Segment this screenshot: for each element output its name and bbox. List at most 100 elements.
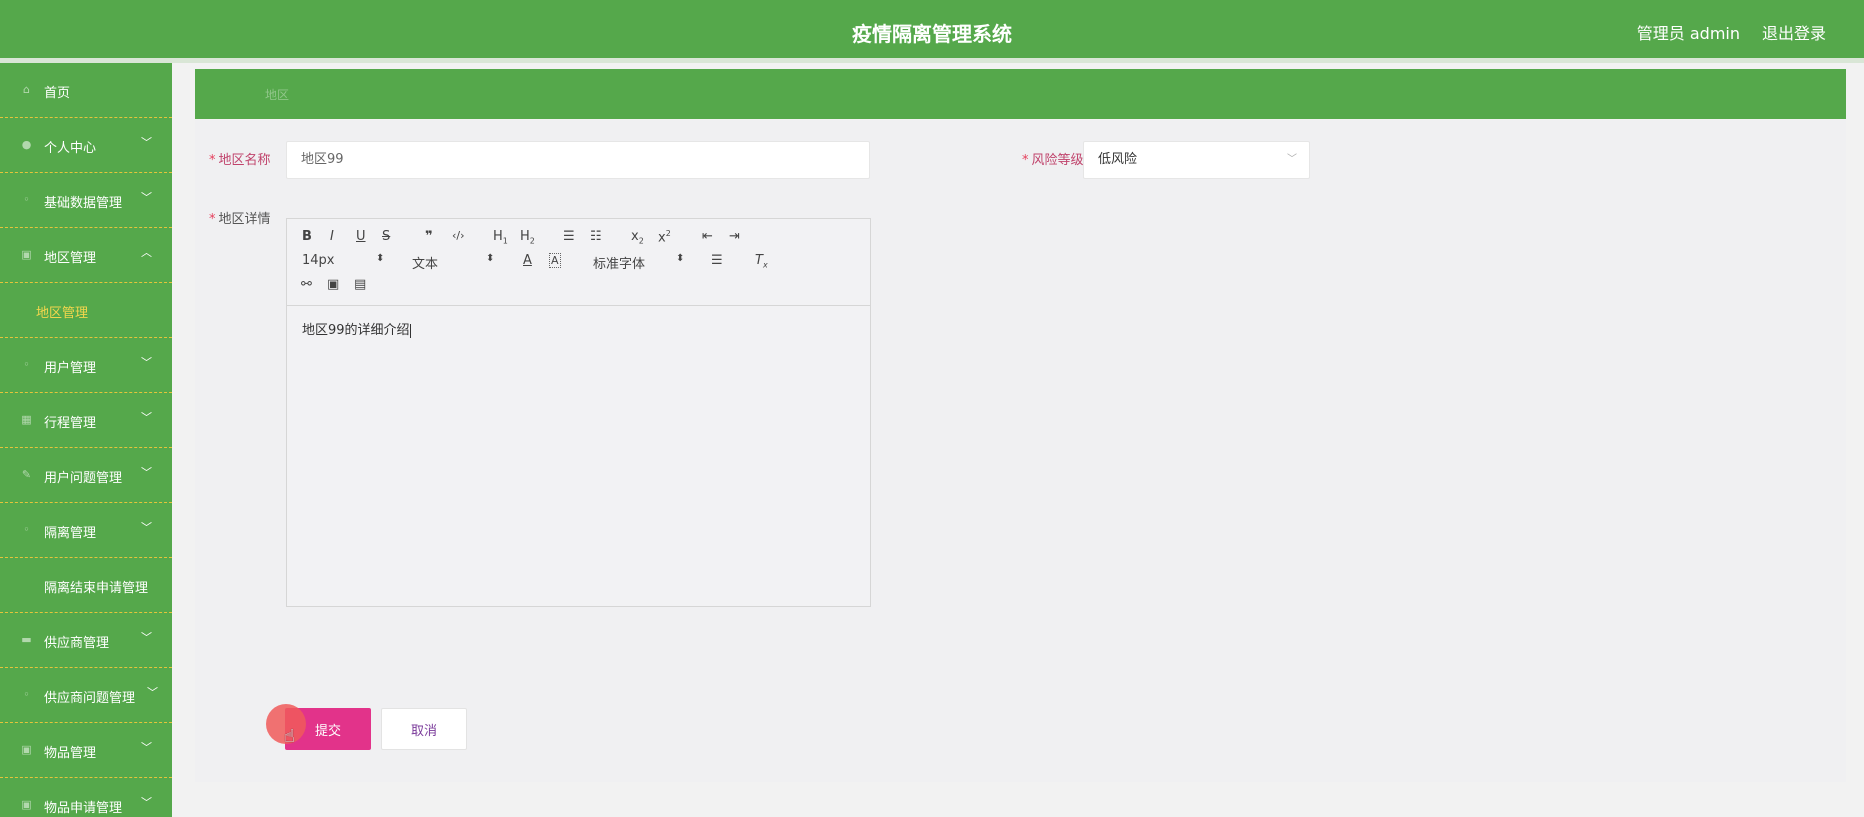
logout-link[interactable]: 退出登录	[1762, 20, 1826, 44]
app-title: 疫情隔离管理系统	[852, 22, 1012, 46]
text-style-select[interactable]: 文本	[412, 253, 438, 272]
chevron-down-icon: ﹀	[147, 686, 158, 699]
risk-level-label: * 风险等级	[1022, 149, 1084, 168]
bullet-list-icon[interactable]: ☷	[590, 229, 602, 244]
sidebar-item-isolation-end-application[interactable]: 隔离结束申请管理	[0, 558, 172, 613]
font-family-value: 标准字体	[593, 257, 646, 272]
image-icon[interactable]: ▣	[327, 277, 339, 292]
video-icon[interactable]: ▤	[354, 277, 366, 292]
goods-icon: ▣	[21, 743, 32, 756]
sidebar-item-label: 供应商问题管理	[44, 691, 136, 706]
risk-level-label-text: 风险等级	[1031, 153, 1084, 168]
top-header: 疫情隔离管理系统 管理员 admin 退出登录	[0, 0, 1864, 58]
sidebar-item-label: 首页	[44, 86, 71, 101]
sidebar-subitem-region-management[interactable]: 地区管理	[0, 283, 172, 338]
chevron-down-icon: ﹀	[141, 411, 152, 424]
header-divider	[0, 58, 1864, 63]
sidebar-item-label: 物品申请管理	[44, 801, 123, 816]
region-icon: ▣	[21, 248, 32, 261]
sidebar-item-label: 用户问题管理	[44, 471, 123, 486]
background-color-button[interactable]: A	[549, 253, 561, 268]
sidebar-item-user-question[interactable]: ✎ 用户问题管理 ﹀	[0, 448, 172, 503]
updown-arrow-icon: ⬍	[676, 253, 685, 264]
chevron-down-icon: ﹀	[141, 796, 152, 809]
sidebar-item-goods-application[interactable]: ▣ 物品申请管理 ﹀	[0, 778, 172, 817]
clear-format-icon[interactable]: Tx	[755, 253, 768, 270]
apply-icon: ▣	[21, 798, 32, 811]
sidebar-item-label: 行程管理	[44, 416, 97, 431]
hand-pointer-icon: ☝	[284, 726, 295, 747]
heading-2-button[interactable]: H2	[520, 229, 535, 246]
region-name-label-text: 地区名称	[218, 153, 271, 168]
sidebar-item-supplier-question[interactable]: ◦ 供应商问题管理 ﹀	[0, 668, 172, 723]
sidebar-item-label: 隔离结束申请管理	[44, 581, 149, 596]
data-icon: ◦	[23, 193, 30, 206]
chevron-up-icon: ︿	[141, 246, 152, 259]
trip-icon: ▦	[21, 413, 32, 426]
sidebar-item-basic-data[interactable]: ◦ 基础数据管理 ﹀	[0, 173, 172, 228]
chevron-down-icon: ﹀	[141, 466, 152, 479]
superscript-button[interactable]: x2	[658, 229, 671, 245]
chevron-down-icon: ﹀	[141, 741, 152, 754]
code-block-icon[interactable]: ‹/›	[452, 229, 465, 242]
sidebar-item-label: 基础数据管理	[44, 196, 123, 211]
required-mark: *	[209, 212, 216, 227]
italic-button[interactable]: I	[330, 229, 334, 244]
text-style-value: 文本	[412, 257, 439, 272]
editor-content[interactable]: 地区99的详细介绍	[302, 319, 411, 338]
rich-text-editor: B I U S ❞ ‹/› H1 H2 ☰ ☷ x2 x2 ⇤ ⇥ 14px ⬍…	[286, 218, 871, 607]
chevron-down-icon: ﹀	[141, 631, 152, 644]
sidebar-item-label: 物品管理	[44, 746, 97, 761]
isolation-icon: ◦	[23, 523, 30, 536]
link-icon[interactable]: ⚯	[301, 277, 312, 292]
chevron-down-icon: ﹀	[141, 136, 152, 149]
sidebar-item-trip-management[interactable]: ▦ 行程管理 ﹀	[0, 393, 172, 448]
font-size-select[interactable]: 14px	[302, 253, 335, 268]
sidebar-subitem-label: 地区管理	[36, 306, 89, 321]
strikethrough-button[interactable]: S	[382, 229, 390, 244]
outdent-icon[interactable]: ⇤	[702, 229, 713, 244]
chevron-down-icon: ﹀	[141, 521, 152, 534]
question-icon: ✎	[21, 468, 32, 481]
editor-toolbar: B I U S ❞ ‹/› H1 H2 ☰ ☷ x2 x2 ⇤ ⇥ 14px ⬍…	[287, 219, 870, 306]
chevron-down-icon: ﹀	[1287, 154, 1297, 165]
underline-button[interactable]: U	[356, 229, 366, 244]
chevron-down-icon: ﹀	[141, 191, 152, 204]
risk-level-select[interactable]: 低风险 ﹀	[1083, 141, 1310, 179]
subscript-button[interactable]: x2	[631, 229, 644, 246]
heading-1-button[interactable]: H1	[493, 229, 508, 246]
sidebar-item-label: 个人中心	[44, 141, 97, 156]
bold-button[interactable]: B	[302, 229, 312, 244]
supplier-icon: ▬	[21, 633, 32, 646]
required-mark: *	[1022, 153, 1029, 168]
align-icon[interactable]: ☰	[711, 253, 723, 268]
breadcrumb: 地区	[195, 69, 1846, 119]
sidebar-item-label: 隔离管理	[44, 526, 97, 541]
ordered-list-icon[interactable]: ☰	[563, 229, 575, 244]
chevron-down-icon: ﹀	[141, 356, 152, 369]
indent-icon[interactable]: ⇥	[729, 229, 740, 244]
font-family-select[interactable]: 标准字体	[593, 253, 645, 272]
sidebar-item-isolation-management[interactable]: ◦ 隔离管理 ﹀	[0, 503, 172, 558]
sidebar-item-personal-center[interactable]: ● 个人中心 ﹀	[0, 118, 172, 173]
sidebar-item-label: 地区管理	[44, 251, 97, 266]
user-icon: ●	[21, 138, 32, 151]
editor-content-text: 地区99的详细介绍	[302, 323, 410, 338]
sidebar-item-goods-management[interactable]: ▣ 物品管理 ﹀	[0, 723, 172, 778]
breadcrumb-current[interactable]: 地区	[265, 86, 289, 103]
cancel-button[interactable]: 取消	[381, 708, 467, 750]
sidebar-item-supplier-management[interactable]: ▬ 供应商管理 ﹀	[0, 613, 172, 668]
users-icon: ◦	[23, 358, 30, 371]
region-name-input[interactable]: 地区99	[286, 141, 870, 179]
supplier-question-icon: ◦	[23, 688, 30, 701]
home-icon: ⌂	[23, 83, 30, 96]
sidebar-item-region-management[interactable]: ▣ 地区管理 ︿	[0, 228, 172, 283]
blockquote-icon[interactable]: ❞	[425, 229, 433, 244]
region-name-label: * 地区名称	[209, 149, 271, 168]
font-size-value: 14px	[302, 253, 335, 268]
sidebar-item-user-management[interactable]: ◦ 用户管理 ﹀	[0, 338, 172, 393]
sidebar-item-label: 供应商管理	[44, 636, 110, 651]
current-user-label: 管理员 admin	[1636, 24, 1740, 43]
font-color-button[interactable]: A	[523, 253, 532, 268]
sidebar-item-home[interactable]: ⌂ 首页	[0, 63, 172, 118]
